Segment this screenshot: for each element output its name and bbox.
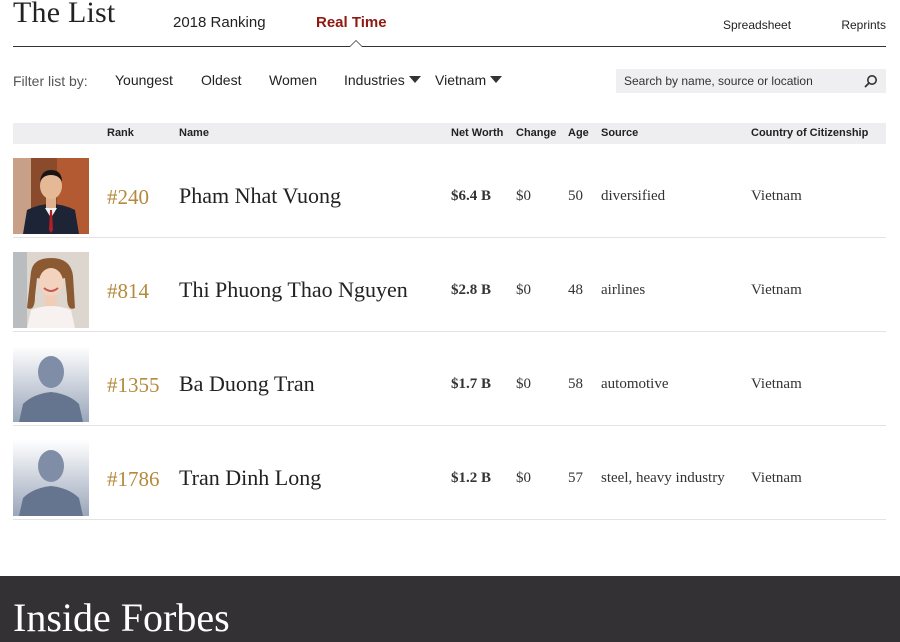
filter-oldest[interactable]: Oldest: [201, 72, 241, 88]
person-name-link[interactable]: Thi Phuong Thao Nguyen: [179, 277, 408, 303]
table-row[interactable]: #1786 Tran Dinh Long $1.2 B $0 57 steel,…: [13, 426, 886, 520]
section-title: Inside Forbes: [13, 595, 230, 640]
country-value: Vietnam: [751, 282, 802, 298]
rank-value: #814: [107, 279, 149, 303]
person-photo[interactable]: [13, 158, 89, 234]
top-header: The List 2018 Ranking Real Time Spreadsh…: [13, 0, 886, 47]
filter-youngest[interactable]: Youngest: [115, 72, 173, 88]
person-name-link[interactable]: Tran Dinh Long: [179, 465, 321, 491]
inside-forbes-section: Inside Forbes: [0, 576, 900, 642]
age-value: 50: [568, 188, 583, 204]
tab-2018-ranking[interactable]: 2018 Ranking: [173, 14, 266, 31]
person-name-link[interactable]: Pham Nhat Vuong: [179, 183, 341, 209]
reprints-link[interactable]: Reprints: [841, 18, 886, 32]
page-title: The List: [13, 0, 116, 29]
net-worth-value: $1.2 B: [451, 470, 492, 486]
source-value: airlines: [601, 282, 646, 298]
caret-down-icon: [408, 76, 421, 83]
column-header-name[interactable]: Name: [179, 127, 209, 139]
table-row[interactable]: #814 Thi Phuong Thao Nguyen $2.8 B $0 48…: [13, 238, 886, 332]
change-value: $0: [516, 282, 531, 298]
industries-dropdown[interactable]: Industries: [344, 72, 421, 88]
table-row[interactable]: #1355 Ba Duong Tran $1.7 B $0 58 automot…: [13, 332, 886, 426]
country-value: Vietnam: [751, 376, 802, 392]
table-row[interactable]: #240 Pham Nhat Vuong $6.4 B $0 50 divers…: [13, 144, 886, 238]
country-value: Vietnam: [751, 470, 802, 486]
age-value: 57: [568, 470, 583, 486]
column-header-change[interactable]: Change: [516, 127, 556, 139]
column-header-source[interactable]: Source: [601, 127, 638, 139]
filter-label: Filter list by:: [13, 73, 88, 89]
net-worth-value: $6.4 B: [451, 188, 492, 204]
age-value: 58: [568, 376, 583, 392]
person-name-link[interactable]: Ba Duong Tran: [179, 371, 315, 397]
rank-value: #1355: [107, 373, 160, 397]
billionaires-table: Rank Name Net Worth Change Age Source Co…: [13, 123, 886, 520]
placeholder-avatar-icon[interactable]: [13, 440, 89, 516]
change-value: $0: [516, 376, 531, 392]
country-value: Vietnam: [751, 188, 802, 204]
source-value: diversified: [601, 188, 666, 204]
active-tab-indicator: [349, 40, 363, 47]
person-photo[interactable]: [13, 252, 89, 328]
country-dropdown-label: Vietnam: [435, 72, 487, 88]
source-value: automotive: [601, 376, 669, 392]
rank-value: #240: [107, 185, 149, 209]
column-header-country[interactable]: Country of Citizenship: [751, 127, 868, 139]
search-input[interactable]: [616, 69, 860, 93]
caret-down-icon: [490, 76, 503, 83]
age-value: 48: [568, 282, 583, 298]
column-header-net-worth[interactable]: Net Worth: [451, 127, 503, 139]
filter-bar: Filter list by: Youngest Oldest Women In…: [13, 66, 886, 96]
search-icon[interactable]: [864, 74, 878, 88]
table-header: Rank Name Net Worth Change Age Source Co…: [13, 123, 886, 144]
search-box: [616, 69, 886, 93]
net-worth-value: $2.8 B: [451, 282, 492, 298]
column-header-rank[interactable]: Rank: [107, 127, 134, 139]
change-value: $0: [516, 470, 531, 486]
change-value: $0: [516, 188, 531, 204]
industries-dropdown-label: Industries: [344, 72, 405, 88]
spreadsheet-link[interactable]: Spreadsheet: [723, 18, 791, 32]
column-header-age[interactable]: Age: [568, 127, 589, 139]
country-dropdown[interactable]: Vietnam: [435, 72, 503, 88]
net-worth-value: $1.7 B: [451, 376, 492, 392]
filter-women[interactable]: Women: [269, 72, 317, 88]
tab-real-time[interactable]: Real Time: [316, 14, 387, 31]
placeholder-avatar-icon[interactable]: [13, 346, 89, 422]
source-value: steel, heavy industry: [601, 470, 725, 486]
rank-value: #1786: [107, 467, 160, 491]
